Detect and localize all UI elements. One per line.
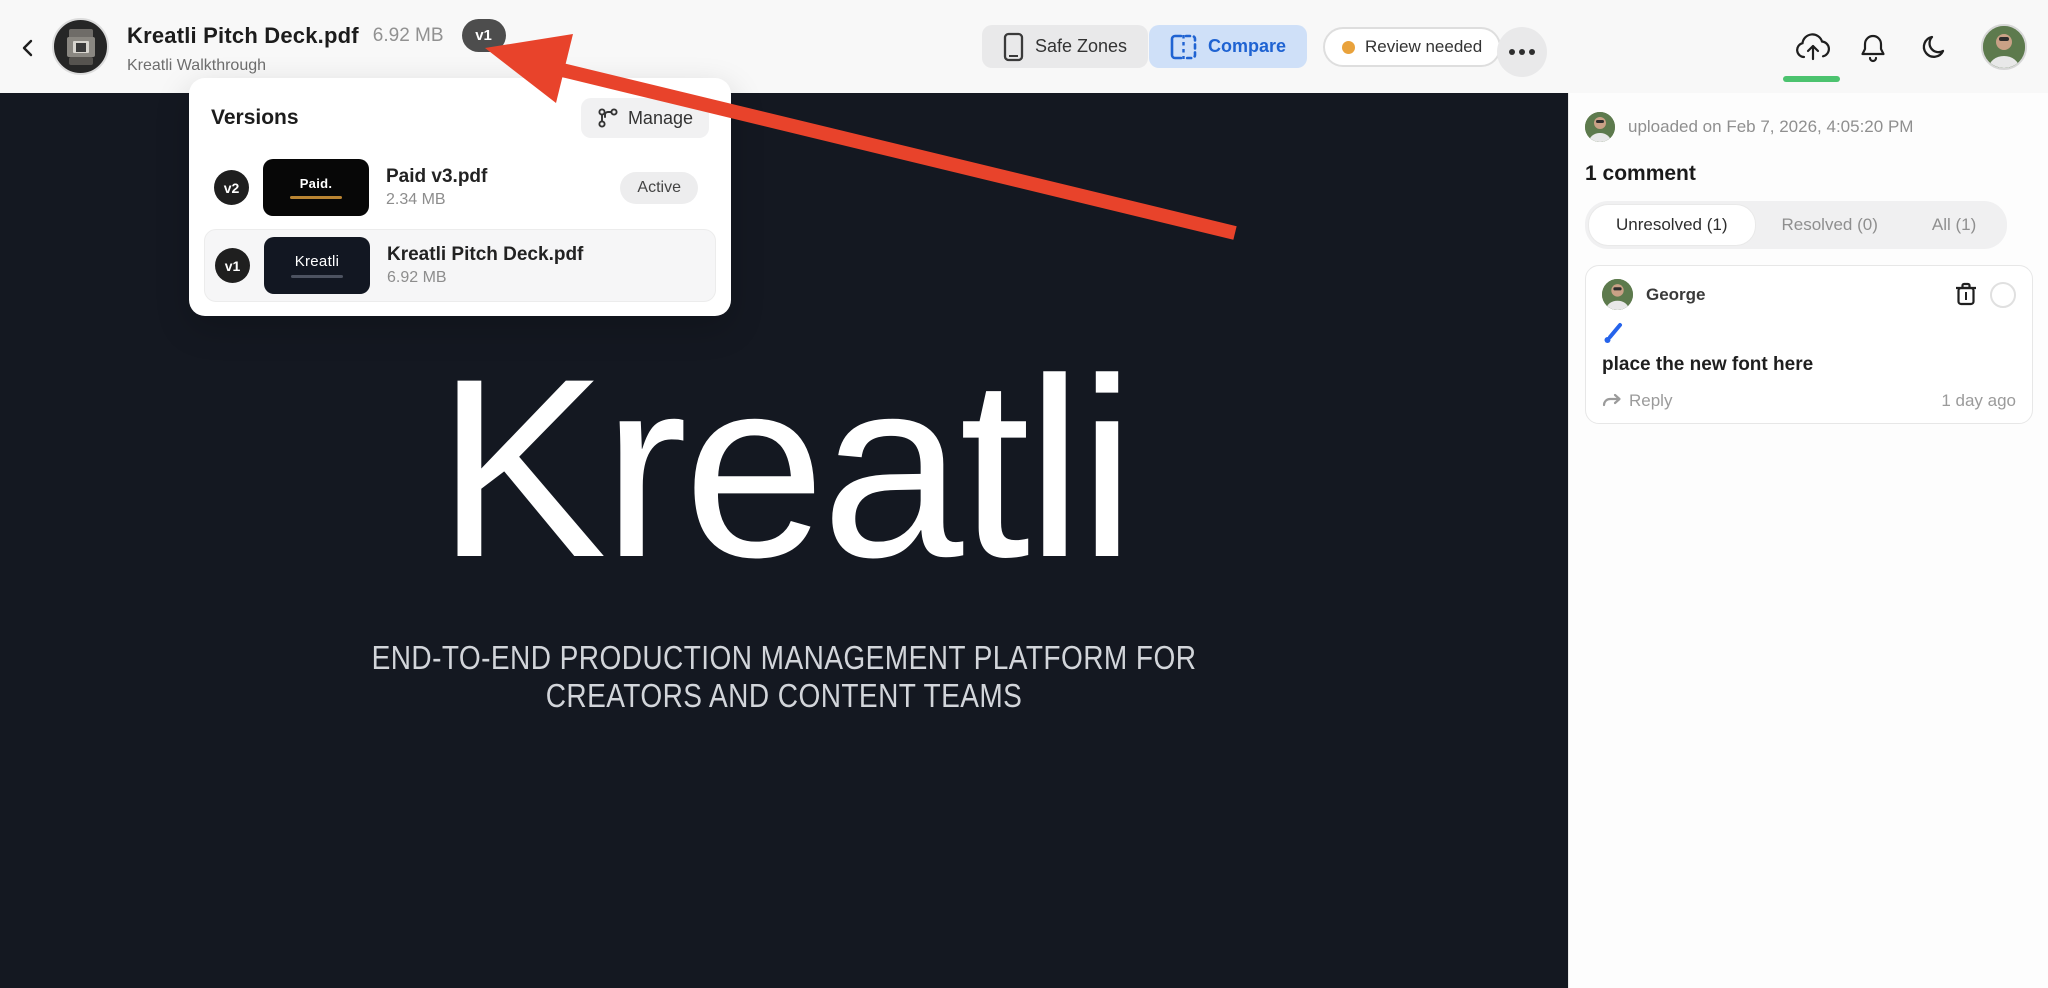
manage-versions-button[interactable]: Manage xyxy=(581,98,709,138)
reply-arrow-icon xyxy=(1602,392,1622,410)
phone-icon xyxy=(1003,32,1024,62)
version-thumbnail-v2: Paid. xyxy=(263,159,369,216)
trash-icon xyxy=(1955,282,1977,307)
comment-footer: Reply 1 day ago xyxy=(1602,391,2016,411)
comment-author-photo xyxy=(1602,279,1633,310)
uploader-photo xyxy=(1585,112,1615,142)
upload-nav-button[interactable] xyxy=(1793,28,1833,68)
version-row-v1[interactable]: v1 Kreatli Kreatli Pitch Deck.pdf 6.92 M… xyxy=(204,229,716,302)
comment-filter-tabs: Unresolved (1) Resolved (0) All (1) xyxy=(1585,201,2007,249)
notifications-button[interactable] xyxy=(1853,28,1893,68)
version-badge-v1: v1 xyxy=(215,248,250,283)
app-window: Kreatli Pitch Deck.pdf 6.92 MB v1 Kreatl… xyxy=(0,0,2048,988)
versions-dropdown-panel: Versions Manage v2 Paid. Paid v3 xyxy=(189,78,731,316)
comments-heading: 1 comment xyxy=(1585,162,1696,186)
user-photo xyxy=(1983,26,2025,68)
uploaded-info-row: uploaded on Feb 7, 2026, 4:05:20 PM xyxy=(1585,112,1913,142)
reply-label: Reply xyxy=(1629,391,1672,411)
uploaded-timestamp: uploaded on Feb 7, 2026, 4:05:20 PM xyxy=(1628,117,1913,137)
resolve-checkbox[interactable] xyxy=(1990,282,2016,308)
ellipsis-icon xyxy=(1509,49,1515,55)
slide-subtitle: END-TO-END PRODUCTION MANAGEMENT PLATFOR… xyxy=(359,639,1209,716)
versions-title: Versions xyxy=(211,106,299,130)
reply-button[interactable]: Reply xyxy=(1602,391,1672,411)
tab-resolved[interactable]: Resolved (0) xyxy=(1755,205,1905,245)
compare-button[interactable]: Compare xyxy=(1149,25,1307,68)
comment-author-name: George xyxy=(1646,285,1706,305)
annotation-row xyxy=(1602,320,2016,346)
file-title-block: Kreatli Pitch Deck.pdf 6.92 MB v1 Kreatl… xyxy=(127,19,506,75)
tab-unresolved[interactable]: Unresolved (1) xyxy=(1589,205,1755,245)
pen-icon xyxy=(1602,321,1626,345)
camera-photo-icon xyxy=(63,25,99,69)
file-thumbnail-logo xyxy=(52,18,109,75)
active-status-badge: Active xyxy=(620,172,698,204)
file-size: 6.92 MB xyxy=(373,25,444,47)
project-name: Kreatli Walkthrough xyxy=(127,57,506,75)
compare-label: Compare xyxy=(1208,36,1286,57)
active-nav-indicator xyxy=(1783,76,1840,82)
version-badge-button[interactable]: v1 xyxy=(462,19,506,52)
review-status-chip[interactable]: Review needed xyxy=(1323,27,1501,67)
version-name-v2: Paid v3.pdf xyxy=(386,166,487,188)
user-avatar[interactable] xyxy=(1981,24,2027,70)
version-badge-v2: v2 xyxy=(214,170,249,205)
file-title: Kreatli Pitch Deck.pdf xyxy=(127,23,359,49)
manage-label: Manage xyxy=(628,108,693,129)
back-button[interactable] xyxy=(8,28,48,68)
dark-mode-toggle[interactable] xyxy=(1915,28,1955,68)
delete-comment-button[interactable] xyxy=(1952,281,1980,309)
version-size-v2: 2.34 MB xyxy=(386,191,487,209)
moon-icon xyxy=(1921,34,1949,62)
comments-sidebar: uploaded on Feb 7, 2026, 4:05:20 PM 1 co… xyxy=(1568,93,2048,988)
version-thumbnail-v1: Kreatli xyxy=(264,237,370,294)
comment-author-avatar xyxy=(1602,279,1633,310)
status-dot-icon xyxy=(1342,41,1355,54)
version-row-v2[interactable]: v2 Paid. Paid v3.pdf 2.34 MB Active xyxy=(204,152,716,223)
safe-zones-button[interactable]: Safe Zones xyxy=(982,25,1148,68)
cloud-upload-icon xyxy=(1795,33,1831,63)
version-name-v1: Kreatli Pitch Deck.pdf xyxy=(387,244,583,266)
bell-icon xyxy=(1859,33,1887,63)
tab-all[interactable]: All (1) xyxy=(1905,205,2003,245)
comment-body: place the new font here xyxy=(1602,354,2016,376)
chevron-left-icon xyxy=(18,38,38,58)
review-status-label: Review needed xyxy=(1365,37,1482,57)
version-size-v1: 6.92 MB xyxy=(387,269,583,287)
uploader-avatar xyxy=(1585,112,1615,142)
slide-wordmark: Kreatli xyxy=(0,341,1568,596)
comment-card: George place the new xyxy=(1585,265,2033,424)
branch-icon xyxy=(597,107,619,129)
safe-zones-label: Safe Zones xyxy=(1035,36,1127,57)
more-options-button[interactable] xyxy=(1497,27,1547,77)
comment-timestamp: 1 day ago xyxy=(1941,391,2016,411)
split-compare-icon xyxy=(1170,34,1197,60)
